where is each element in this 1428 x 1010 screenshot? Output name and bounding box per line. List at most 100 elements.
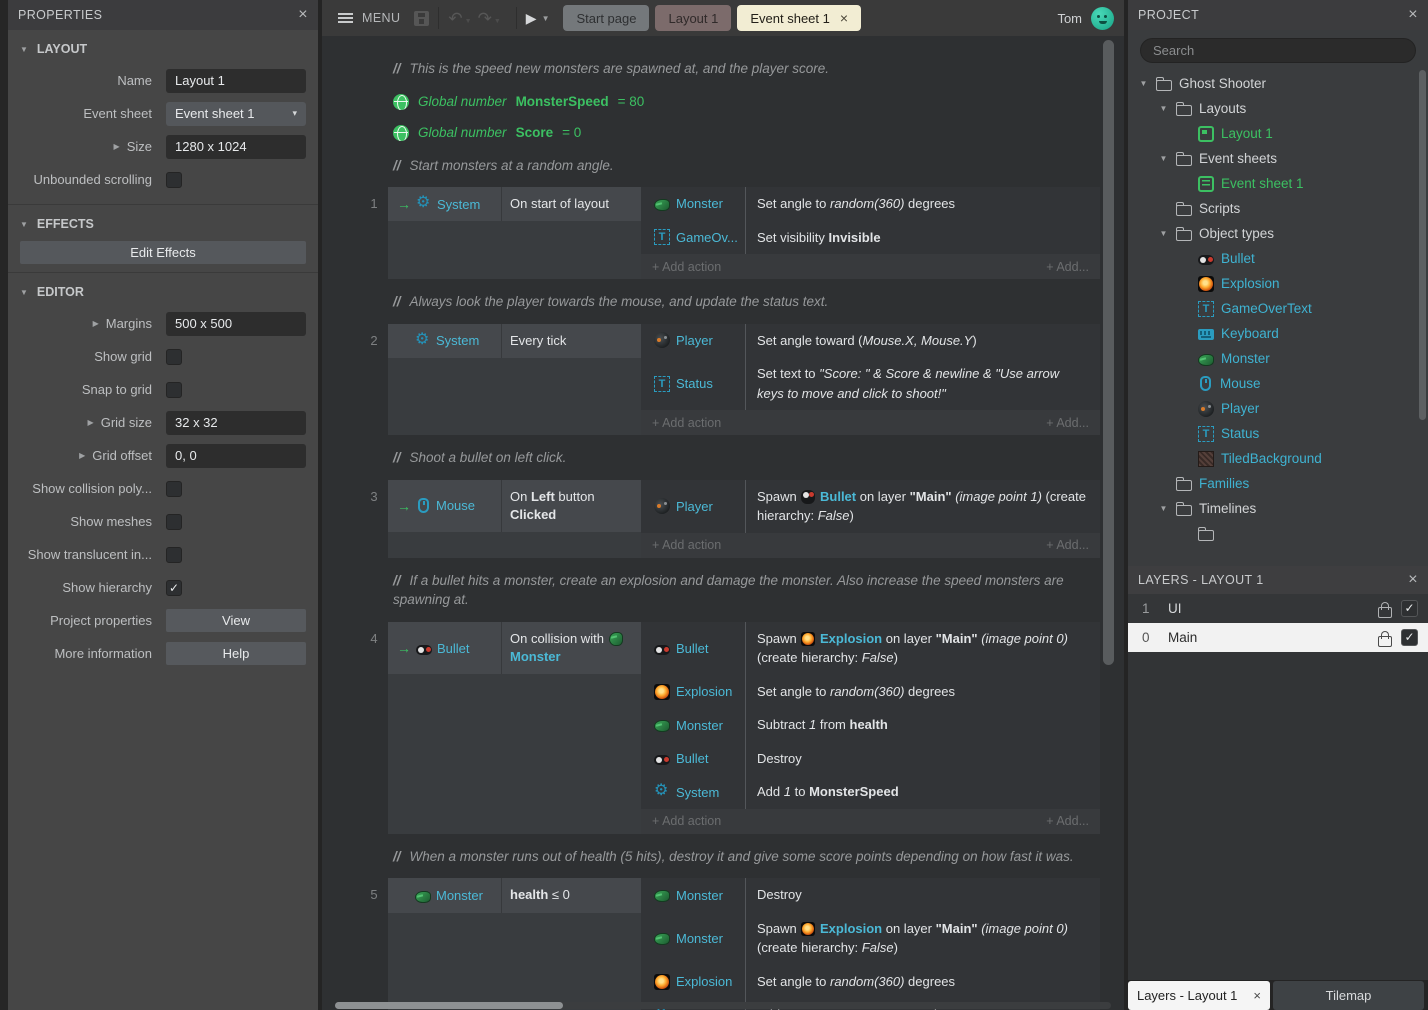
event-number[interactable]: 1 bbox=[360, 187, 388, 279]
action[interactable]: Explosion Set angle to random(360) degre… bbox=[641, 675, 1100, 709]
collapse-icon[interactable]: ▼ bbox=[1158, 104, 1169, 113]
tab-tilemap[interactable]: Tilemap bbox=[1273, 981, 1424, 1010]
event-number[interactable]: 4 bbox=[360, 622, 388, 834]
expand-icon[interactable]: ▶ bbox=[114, 142, 120, 151]
tree-item-mouse[interactable]: Mouse bbox=[1128, 371, 1428, 396]
tree-item-bullet[interactable]: Bullet bbox=[1128, 246, 1428, 271]
user-avatar[interactable] bbox=[1091, 7, 1114, 30]
action[interactable]: Explosion Set angle to random(360) degre… bbox=[641, 965, 1100, 999]
global-variable-score[interactable]: Global number Score = 0 bbox=[393, 125, 1124, 141]
add-more-button[interactable]: + Add... bbox=[1046, 260, 1089, 274]
grid-offset-input[interactable]: 0, 0 bbox=[166, 444, 306, 468]
action[interactable]: GameOv... Set visibility Invisible bbox=[641, 221, 1100, 255]
grid-size-input[interactable]: 32 x 32 bbox=[166, 411, 306, 435]
undo-icon[interactable]: ↶ bbox=[448, 10, 462, 27]
play-dropdown-icon[interactable]: ▼ bbox=[542, 14, 550, 23]
tree-item-ghost-shooter[interactable]: ▼ Ghost Shooter bbox=[1128, 71, 1428, 96]
collapse-icon[interactable]: ▼ bbox=[1158, 229, 1169, 238]
add-action-button[interactable]: + Add action bbox=[652, 260, 721, 274]
undo-dropdown-icon[interactable]: ▼ bbox=[465, 18, 472, 25]
user-name[interactable]: Tom bbox=[1057, 11, 1082, 26]
collapse-icon[interactable]: ▼ bbox=[20, 220, 28, 229]
tree-item-gameovertext[interactable]: GameOverText bbox=[1128, 296, 1428, 321]
action[interactable]: Monster Set angle to random(360) degrees bbox=[641, 187, 1100, 221]
show-hierarchy-checkbox[interactable]: ✓ bbox=[166, 580, 182, 596]
unbounded-scrolling-checkbox[interactable] bbox=[166, 172, 182, 188]
help-button[interactable]: Help bbox=[166, 642, 306, 665]
comment[interactable]: //When a monster runs out of health (5 h… bbox=[393, 847, 1078, 867]
collapse-icon[interactable]: ▼ bbox=[1158, 504, 1169, 513]
tree-item-explosion[interactable]: Explosion bbox=[1128, 271, 1428, 296]
event-number[interactable]: 2 bbox=[360, 324, 388, 436]
global-variable-monsterspeed[interactable]: Global number MonsterSpeed = 80 bbox=[393, 94, 1124, 110]
add-action-button[interactable]: + Add action bbox=[652, 538, 721, 552]
tab-event-sheet-1[interactable]: Event sheet 1 × bbox=[737, 5, 861, 31]
condition[interactable]: System Every tick bbox=[388, 324, 641, 358]
tree-item-timelines[interactable]: ▼ Timelines bbox=[1128, 496, 1428, 521]
action[interactable]: Monster Destroy bbox=[641, 878, 1100, 912]
collapse-icon[interactable]: ▼ bbox=[1138, 79, 1149, 88]
horizontal-scrollbar-thumb[interactable] bbox=[335, 1002, 563, 1009]
tree-item-object-types[interactable]: ▼ Object types bbox=[1128, 221, 1428, 246]
close-icon[interactable]: × bbox=[298, 7, 308, 23]
action[interactable]: Bullet Destroy bbox=[641, 742, 1100, 776]
section-editor[interactable]: ▼ EDITOR bbox=[8, 273, 318, 307]
redo-icon[interactable]: ↷ bbox=[478, 10, 492, 27]
search-input[interactable] bbox=[1140, 38, 1416, 63]
action[interactable]: System Add 1 to MonsterSpeed bbox=[641, 775, 1100, 809]
action[interactable]: Player Spawn Bullet on layer "Main" (ima… bbox=[641, 480, 1100, 533]
expand-icon[interactable]: ▶ bbox=[88, 418, 94, 427]
action[interactable]: Bullet Spawn Explosion on layer "Main" (… bbox=[641, 622, 1100, 675]
close-icon[interactable]: × bbox=[1408, 7, 1418, 23]
event-number[interactable]: 3 bbox=[360, 480, 388, 558]
show-collision-checkbox[interactable] bbox=[166, 481, 182, 497]
comment[interactable]: //Start monsters at a random angle. bbox=[393, 156, 1078, 176]
collapse-icon[interactable]: ▼ bbox=[20, 45, 28, 54]
menu-button[interactable]: MENU bbox=[362, 11, 400, 25]
add-more-button[interactable]: + Add... bbox=[1046, 538, 1089, 552]
redo-dropdown-icon[interactable]: ▼ bbox=[494, 18, 501, 25]
tree-item-scripts[interactable]: Scripts bbox=[1128, 196, 1428, 221]
condition[interactable]: → Bullet On collision with Monster bbox=[388, 622, 641, 674]
play-icon[interactable]: ▶ bbox=[526, 10, 537, 27]
tree-item-keyboard[interactable]: Keyboard bbox=[1128, 321, 1428, 346]
condition[interactable]: Monster health ≤ 0 bbox=[388, 878, 641, 912]
close-icon[interactable]: × bbox=[840, 10, 848, 26]
lock-icon[interactable] bbox=[1376, 601, 1392, 617]
tree-item-partial[interactable] bbox=[1128, 521, 1428, 546]
name-input[interactable]: Layout 1 bbox=[166, 69, 306, 93]
tree-item-player[interactable]: Player bbox=[1128, 396, 1428, 421]
comment[interactable]: //This is the speed new monsters are spa… bbox=[393, 59, 1078, 79]
show-meshes-checkbox[interactable] bbox=[166, 514, 182, 530]
tab-layers-layout-1[interactable]: Layers - Layout 1 × bbox=[1128, 981, 1270, 1010]
tree-item-layout-1[interactable]: Layout 1 bbox=[1128, 121, 1428, 146]
layer-row-ui[interactable]: 1 UI ✓ bbox=[1128, 594, 1428, 623]
show-grid-checkbox[interactable] bbox=[166, 349, 182, 365]
comment[interactable]: //Shoot a bullet on left click. bbox=[393, 448, 1078, 468]
action[interactable]: Monster Spawn Explosion on layer "Main" … bbox=[641, 912, 1100, 965]
project-scrollbar[interactable] bbox=[1419, 70, 1426, 420]
size-input[interactable]: 1280 x 1024 bbox=[166, 135, 306, 159]
add-more-button[interactable]: + Add... bbox=[1046, 416, 1089, 430]
action[interactable]: Monster Subtract 1 from health bbox=[641, 708, 1100, 742]
margins-input[interactable]: 500 x 500 bbox=[166, 312, 306, 336]
collapse-icon[interactable]: ▼ bbox=[20, 288, 28, 297]
add-more-button[interactable]: + Add... bbox=[1046, 814, 1089, 828]
expand-icon[interactable]: ▶ bbox=[93, 319, 99, 328]
snap-to-grid-checkbox[interactable] bbox=[166, 382, 182, 398]
tree-item-monster[interactable]: Monster bbox=[1128, 346, 1428, 371]
action[interactable]: Status Set text to "Score: " & Score & n… bbox=[641, 357, 1100, 410]
add-action-button[interactable]: + Add action bbox=[652, 814, 721, 828]
condition[interactable]: → System On start of layout bbox=[388, 187, 641, 221]
tree-item-tiledbackground[interactable]: TiledBackground bbox=[1128, 446, 1428, 471]
lock-icon[interactable] bbox=[1376, 630, 1392, 646]
section-layout[interactable]: ▼ LAYOUT bbox=[8, 30, 318, 64]
view-button[interactable]: View bbox=[166, 609, 306, 632]
collapse-icon[interactable]: ▼ bbox=[1158, 154, 1169, 163]
close-icon[interactable]: × bbox=[1408, 572, 1418, 588]
show-translucent-checkbox[interactable] bbox=[166, 547, 182, 563]
section-effects[interactable]: ▼ EFFECTS bbox=[8, 205, 318, 239]
event-sheet-select[interactable]: Event sheet 1 ▾ bbox=[166, 102, 306, 126]
tree-item-families[interactable]: Families bbox=[1128, 471, 1428, 496]
save-icon[interactable] bbox=[414, 11, 429, 26]
